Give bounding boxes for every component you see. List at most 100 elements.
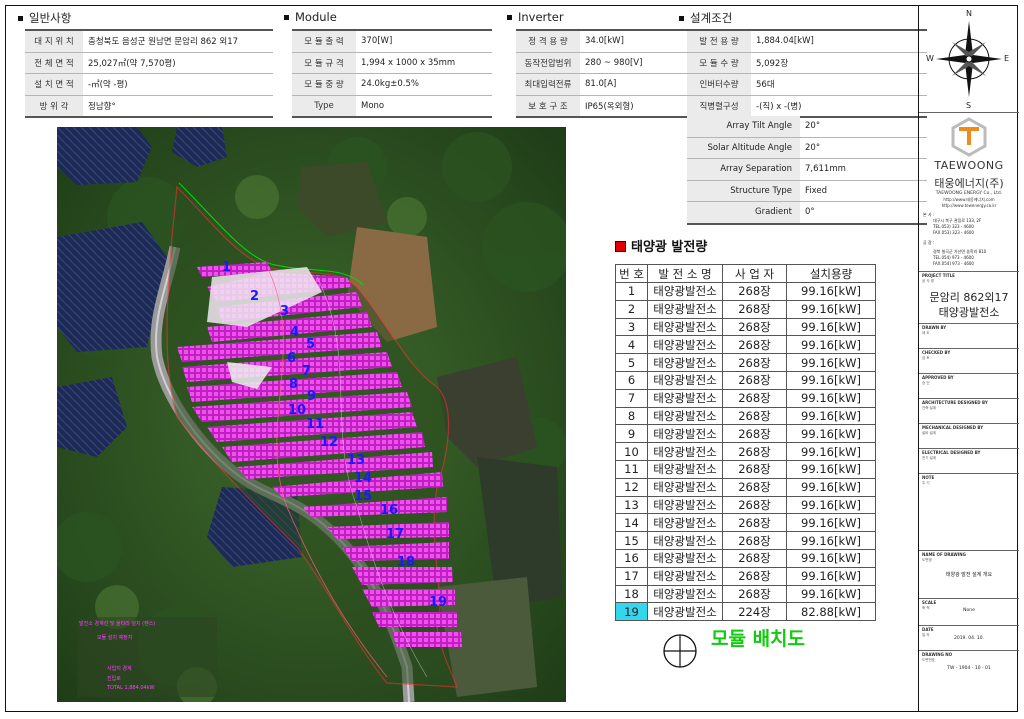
array-row: Solar Altitude Angle 20° bbox=[687, 137, 927, 159]
array-value: 20° bbox=[800, 116, 927, 138]
legend-line-5: TOTAL 1,884.04kW bbox=[107, 685, 155, 691]
power-cell-name: 태양광발전소 bbox=[647, 370, 723, 390]
layout-title: 모듈 배치도 bbox=[711, 628, 806, 650]
power-row: 8 태양광발전소 268장 99.16[kW] bbox=[615, 406, 876, 426]
power-cell-cap: 99.16[kW] bbox=[786, 548, 876, 568]
array-key: Array Tilt Angle bbox=[687, 116, 800, 138]
power-header: 사 업 자 bbox=[722, 264, 787, 283]
array-value: 0° bbox=[800, 201, 927, 225]
power-cell-cap: 99.16[kW] bbox=[786, 566, 876, 586]
module-table: 모 듈 출 력 370[W] 모 듈 규 격 1,994 x 1000 x 35mm 모… bbox=[292, 29, 492, 118]
design-key: 인버터수량 bbox=[687, 73, 751, 96]
power-cell-cap: 82.88[kW] bbox=[786, 602, 876, 622]
power-cell-qty: 224장 bbox=[722, 602, 787, 622]
project-sub: 공 사 명 bbox=[922, 279, 934, 283]
power-table-title: 태양광 발전량 bbox=[615, 236, 707, 255]
power-cell-name: 태양광발전소 bbox=[647, 299, 723, 319]
power-cell-name: 태양광발전소 bbox=[647, 531, 723, 550]
power-cell-cap: 99.16[kW] bbox=[786, 513, 876, 533]
power-row: 12 태양광발전소 268장 99.16[kW] bbox=[615, 477, 876, 497]
elec-label: ELECTRICAL DESIGNED BY bbox=[922, 450, 981, 455]
power-cell-name: 태양광발전소 bbox=[647, 406, 723, 426]
power-cell-name: 태양광발전소 bbox=[647, 424, 723, 444]
plant-label-17: 17 bbox=[386, 527, 405, 542]
power-cell-name: 태양광발전소 bbox=[647, 282, 723, 301]
array-key: Structure Type bbox=[687, 180, 800, 202]
power-cell-no: 8 bbox=[615, 406, 648, 426]
design-key: 직병렬구성 bbox=[687, 95, 751, 118]
general-value: 충청북도 음성군 원남면 문암리 862 외17 bbox=[83, 29, 273, 53]
module-key: 모 듈 규 격 bbox=[292, 52, 356, 74]
module-row: 모 듈 규 격 1,994 x 1000 x 35mm bbox=[292, 52, 492, 74]
site-plan-map: 1 2 3 4 5 6 7 8 9 10 11 12 13 14 15 16 17 18 19 발전소 경계선 및 … bbox=[57, 127, 566, 702]
power-cell-cap: 99.16[kW] bbox=[786, 442, 876, 461]
design-row: 모 듈 수 량 5,092장 bbox=[687, 52, 927, 74]
plant-label-6: 6 bbox=[287, 351, 297, 366]
power-row: 1 태양광발전소 268장 99.16[kW] bbox=[615, 282, 876, 301]
power-header: 설치용량 bbox=[786, 264, 876, 283]
branch-label: 공 장 : bbox=[923, 240, 935, 245]
general-value: 25,027㎡(약 7,570평) bbox=[83, 52, 273, 74]
power-cell-cap: 99.16[kW] bbox=[786, 388, 876, 408]
power-cell-qty: 268장 bbox=[722, 477, 787, 497]
power-cell-name: 태양광발전소 bbox=[647, 602, 723, 622]
power-cell-no: 5 bbox=[615, 353, 648, 372]
power-row: 9 태양광발전소 268장 99.16[kW] bbox=[615, 424, 876, 444]
design-value: 56대 bbox=[751, 73, 927, 96]
plant-label-9: 9 bbox=[307, 389, 317, 404]
plant-label-12: 12 bbox=[320, 435, 339, 450]
power-cell-name: 태양광발전소 bbox=[647, 335, 723, 355]
power-cell-qty: 268장 bbox=[722, 531, 787, 550]
title-block: N S W E TAEWOONG 태웅에너지(주) TAEWOONG ENERG… bbox=[918, 5, 1019, 712]
drawn-sub: 제 도 bbox=[922, 331, 930, 335]
inverter-key: 동작전압범위 bbox=[516, 52, 580, 74]
plant-label-13: 13 bbox=[347, 453, 366, 468]
red-square-icon bbox=[615, 241, 626, 252]
legend-line-3: 사업지 경계 bbox=[107, 666, 132, 672]
legend-line-1: 발전소 경계선 및 울타리 설치 (펜스) bbox=[79, 621, 156, 627]
design-key: 발 전 용 량 bbox=[687, 29, 751, 53]
array-key: Array Separation bbox=[687, 158, 800, 181]
array-value: Fixed bbox=[800, 180, 927, 202]
general-key: 전 체 면 적 bbox=[25, 52, 83, 74]
drawing-name-sub: 도면명 bbox=[922, 558, 932, 562]
drawn-label: DRAWN BY bbox=[922, 325, 947, 330]
power-cell-no: 1 bbox=[615, 282, 648, 301]
power-cell-no: 19 bbox=[615, 602, 648, 622]
legend-line-4: 진입로 bbox=[107, 676, 121, 682]
general-table: 대 지 위 치 충청북도 음성군 원남면 문암리 862 외17 전 체 면 적 25… bbox=[25, 29, 273, 118]
power-cell-cap: 99.16[kW] bbox=[786, 495, 876, 515]
plant-label-2: 2 bbox=[250, 289, 260, 304]
plant-label-11: 11 bbox=[306, 417, 325, 432]
power-cell-name: 태양광발전소 bbox=[647, 442, 723, 461]
power-row: 5 태양광발전소 268장 99.16[kW] bbox=[615, 353, 876, 372]
power-cell-cap: 99.16[kW] bbox=[786, 282, 876, 301]
power-cell-qty: 268장 bbox=[722, 442, 787, 461]
power-row: 7 태양광발전소 268장 99.16[kW] bbox=[615, 388, 876, 408]
general-row: 설 치 면 적 -㎡(약 -평) bbox=[25, 73, 273, 96]
power-row: 19 태양광발전소 224장 82.88[kW] bbox=[615, 602, 876, 622]
power-row: 18 태양광발전소 268장 99.16[kW] bbox=[615, 584, 876, 604]
power-cell-qty: 268장 bbox=[722, 584, 787, 604]
power-cell-no: 6 bbox=[615, 370, 648, 390]
office-tel: TEL.053) 323 - 4600 bbox=[933, 224, 974, 229]
power-cell-qty: 268장 bbox=[722, 513, 787, 533]
array-row: Array Tilt Angle 20° bbox=[687, 116, 927, 138]
inverter-table: 정 격 용 량 34.0[kW] 동작전압범위 280 ~ 980[V] 최대입력전류 8… bbox=[516, 29, 716, 118]
plant-label-19: 19 bbox=[429, 595, 448, 610]
power-header-row: 번 호발 전 소 명사 업 자 설치용량 bbox=[615, 264, 876, 283]
plant-label-1: 1 bbox=[222, 260, 232, 275]
plant-label-3: 3 bbox=[280, 304, 290, 319]
project-title-line2: 태양광발전소 bbox=[938, 306, 1000, 319]
note-label: NOTE bbox=[922, 475, 935, 480]
drawing-no-value: TW - 1904 - 10 - 01 bbox=[947, 666, 991, 671]
general-row: 전 체 면 적 25,027㎡(약 7,570평) bbox=[25, 52, 273, 74]
power-row: 6 태양광발전소 268장 99.16[kW] bbox=[615, 370, 876, 390]
elec-sub: 전기 설계 bbox=[922, 456, 936, 460]
power-row: 15 태양광발전소 268장 99.16[kW] bbox=[615, 531, 876, 550]
design-row: 직병렬구성 -(직) x -(병) bbox=[687, 95, 927, 118]
compass-rose-icon bbox=[936, 21, 1002, 97]
power-cell-qty: 268장 bbox=[722, 459, 787, 479]
power-cell-cap: 99.16[kW] bbox=[786, 353, 876, 372]
general-value: 정남향° bbox=[83, 95, 273, 118]
